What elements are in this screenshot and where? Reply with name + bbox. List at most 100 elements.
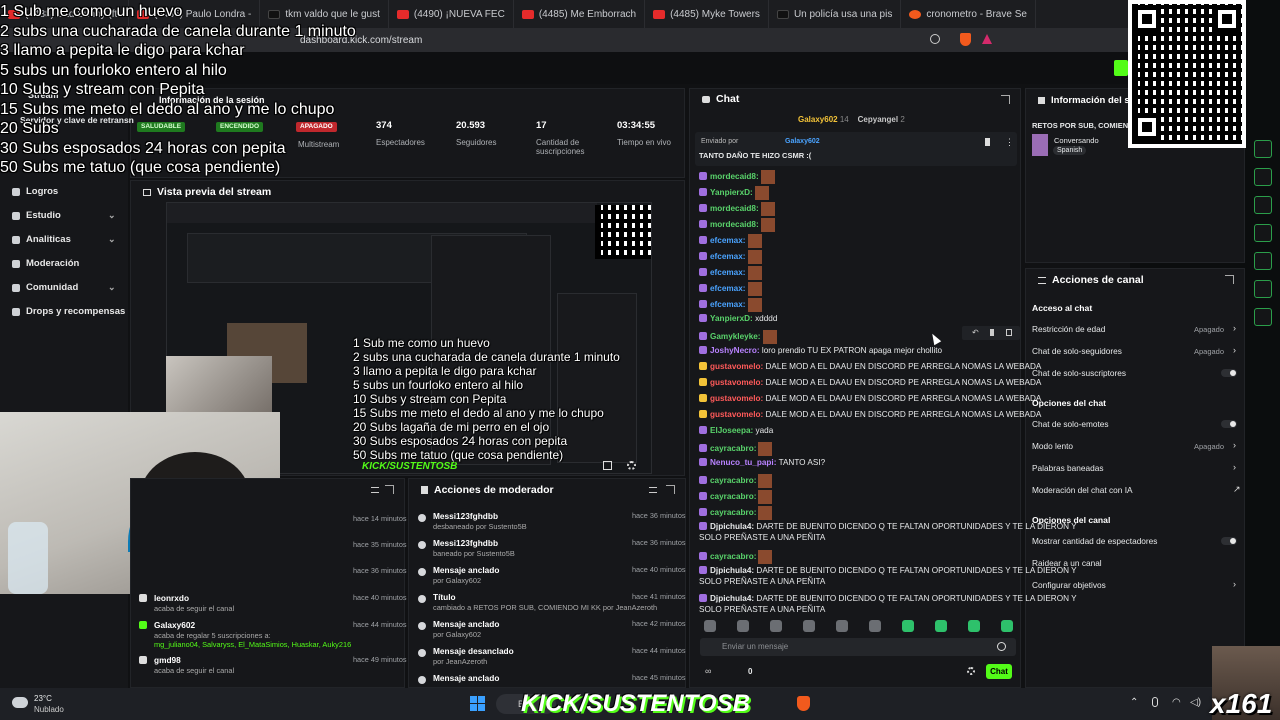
- chat-username[interactable]: Djpichula4:: [710, 594, 754, 603]
- chevron-right-icon[interactable]: ›: [1233, 323, 1236, 333]
- rail-button[interactable]: [1254, 168, 1272, 186]
- activity-user[interactable]: Galaxy602: [154, 620, 195, 630]
- chat-username[interactable]: gustavomelo:: [710, 410, 763, 419]
- volume-icon[interactable]: ◁): [1190, 697, 1201, 708]
- toggle-switch[interactable]: [1221, 537, 1237, 545]
- emoji-icon[interactable]: [997, 642, 1006, 651]
- external-link-icon[interactable]: ↗: [1233, 484, 1241, 495]
- mod-action-title[interactable]: Messi123fghdbb: [433, 538, 498, 548]
- mod-action-title[interactable]: Messi123fghdbb: [433, 511, 498, 521]
- wifi-icon[interactable]: ◠: [1172, 697, 1181, 708]
- send-chat-button[interactable]: Chat: [986, 664, 1012, 679]
- rail-button[interactable]: [1254, 252, 1272, 270]
- chat-message[interactable]: efcemax:: [699, 234, 762, 248]
- zoom-icon[interactable]: [930, 34, 940, 44]
- chat-username[interactable]: mordecaid8:: [710, 172, 759, 181]
- chevron-up-icon[interactable]: ⌃: [1130, 697, 1138, 708]
- weather-desc[interactable]: Nublado: [34, 705, 64, 714]
- chat-message[interactable]: mordecaid8:: [699, 202, 775, 216]
- sidebar-item-analiticas[interactable]: Analiticas ⌄: [12, 234, 116, 245]
- chevron-down-icon[interactable]: ⌄: [108, 282, 116, 293]
- channel-action-chat-de-solo-suscriptores[interactable]: Chat de solo-suscriptores: [1032, 368, 1126, 378]
- chat-username[interactable]: cayracabro:: [710, 508, 756, 517]
- chat-username[interactable]: gustavomelo:: [710, 362, 763, 371]
- chat-message[interactable]: efcemax:: [699, 266, 762, 280]
- channel-action-chat-de-solo-seguidores[interactable]: Chat de solo-seguidores: [1032, 346, 1122, 356]
- sidebar-item-comunidad[interactable]: Comunidad ⌄: [12, 282, 116, 293]
- toggle-switch[interactable]: [1221, 369, 1237, 377]
- sidebar-item-estudio[interactable]: Estudio ⌄: [12, 210, 116, 221]
- activity-expand-icon[interactable]: [385, 485, 394, 494]
- chat-username[interactable]: Djpichula4:: [710, 522, 754, 531]
- emote-button[interactable]: [935, 620, 947, 632]
- chat-settings-icon[interactable]: [967, 667, 975, 675]
- settings-icon[interactable]: [627, 461, 636, 470]
- rail-button[interactable]: [1254, 140, 1272, 158]
- toggle-switch[interactable]: [1221, 420, 1237, 428]
- reply-icon[interactable]: ↶: [972, 328, 979, 337]
- emote-button[interactable]: [803, 620, 815, 632]
- chat-username[interactable]: ElJoseepa:: [710, 426, 753, 435]
- emote-button[interactable]: [968, 620, 980, 632]
- start-button[interactable]: [470, 696, 485, 711]
- chat-username[interactable]: efcemax:: [710, 284, 746, 293]
- mod-action-title[interactable]: Mensaje anclado: [433, 619, 499, 629]
- chat-expand-icon[interactable]: [1001, 95, 1010, 104]
- chat-username[interactable]: mordecaid8:: [710, 204, 759, 213]
- chat-message[interactable]: cayracabro:: [699, 442, 773, 456]
- chevron-down-icon[interactable]: ⌄: [108, 234, 116, 245]
- chat-username[interactable]: gustavomelo:: [710, 378, 763, 387]
- chat-username[interactable]: cayracabro:: [710, 492, 756, 501]
- rail-button[interactable]: [1254, 308, 1272, 326]
- emote-button[interactable]: [869, 620, 881, 632]
- chevron-right-icon[interactable]: ›: [1233, 345, 1236, 355]
- more-icon[interactable]: ⋮: [1005, 137, 1014, 148]
- chevron-right-icon[interactable]: ›: [1233, 462, 1236, 472]
- chevron-right-icon[interactable]: ›: [1233, 440, 1236, 450]
- mod-action-title[interactable]: Mensaje anclado: [433, 673, 499, 683]
- mod-action-title[interactable]: Título: [433, 592, 456, 602]
- chat-username[interactable]: cayracabro:: [710, 552, 756, 561]
- chat-message[interactable]: gustavomelo: DALE MOD A EL DAAU EN DISCO…: [699, 378, 1041, 388]
- channel-action-palabras-baneadas[interactable]: Palabras baneadas: [1032, 463, 1104, 473]
- chevron-down-icon[interactable]: ⌄: [108, 210, 116, 221]
- weather-temp[interactable]: 23°C: [34, 694, 52, 703]
- chat-message[interactable]: cayracabro:: [699, 506, 773, 520]
- emote-button[interactable]: [836, 620, 848, 632]
- activity-user[interactable]: leonrxdo: [154, 593, 189, 603]
- chat-message[interactable]: mordecaid8:: [699, 218, 775, 232]
- chat-username[interactable]: gustavomelo:: [710, 394, 763, 403]
- sidebar-item-drops-y-recompensas[interactable]: Drops y recompensas: [12, 306, 125, 317]
- delete-icon[interactable]: [1006, 329, 1012, 336]
- chat-message[interactable]: Djpichula4: DARTE DE BUENITO DICENDO Q T…: [699, 594, 1077, 604]
- chat-username[interactable]: YanpierxD:: [710, 314, 753, 323]
- channel-action-configurar-objetivos[interactable]: Configurar objetivos: [1032, 580, 1106, 590]
- chat-username[interactable]: efcemax:: [710, 252, 746, 261]
- mod-actions-expand-icon[interactable]: [666, 485, 675, 494]
- chat-message[interactable]: YanpierxD: xdddd: [699, 314, 777, 324]
- chat-username[interactable]: efcemax:: [710, 300, 746, 309]
- chat-username[interactable]: mordecaid8:: [710, 220, 759, 229]
- chat-message[interactable]: Djpichula4: DARTE DE BUENITO DICENDO Q T…: [699, 522, 1077, 532]
- chat-username[interactable]: efcemax:: [710, 268, 746, 277]
- chat-message[interactable]: efcemax:: [699, 250, 762, 264]
- mod-action-title[interactable]: Mensaje anclado: [433, 565, 499, 575]
- browser-tab[interactable]: (4490) ¡NUEVA FEC: [389, 0, 514, 28]
- chat-username[interactable]: efcemax:: [710, 236, 746, 245]
- pin-icon[interactable]: [985, 138, 990, 146]
- emote-button[interactable]: [902, 620, 914, 632]
- chat-message[interactable]: mordecaid8:: [699, 170, 775, 184]
- emote-button[interactable]: [1001, 620, 1013, 632]
- chat-username[interactable]: Djpichula4:: [710, 566, 754, 575]
- kick-green-button[interactable]: [1114, 60, 1128, 76]
- chat-message[interactable]: efcemax:: [699, 282, 762, 296]
- sidebar-item-moderaci-n[interactable]: Moderación: [12, 258, 79, 269]
- chat-message[interactable]: efcemax:: [699, 298, 762, 312]
- chat-input[interactable]: Enviar un mensaje: [700, 638, 1016, 656]
- chat-message[interactable]: cayracabro:: [699, 490, 773, 504]
- top-user-1[interactable]: Galaxy602: [798, 115, 838, 124]
- chat-message[interactable]: Gamykleyke:: [699, 330, 777, 344]
- chat-username[interactable]: YanpierxD:: [710, 188, 753, 197]
- chat-message[interactable]: YanpierxD:: [699, 186, 769, 200]
- chat-username[interactable]: cayracabro:: [710, 476, 756, 485]
